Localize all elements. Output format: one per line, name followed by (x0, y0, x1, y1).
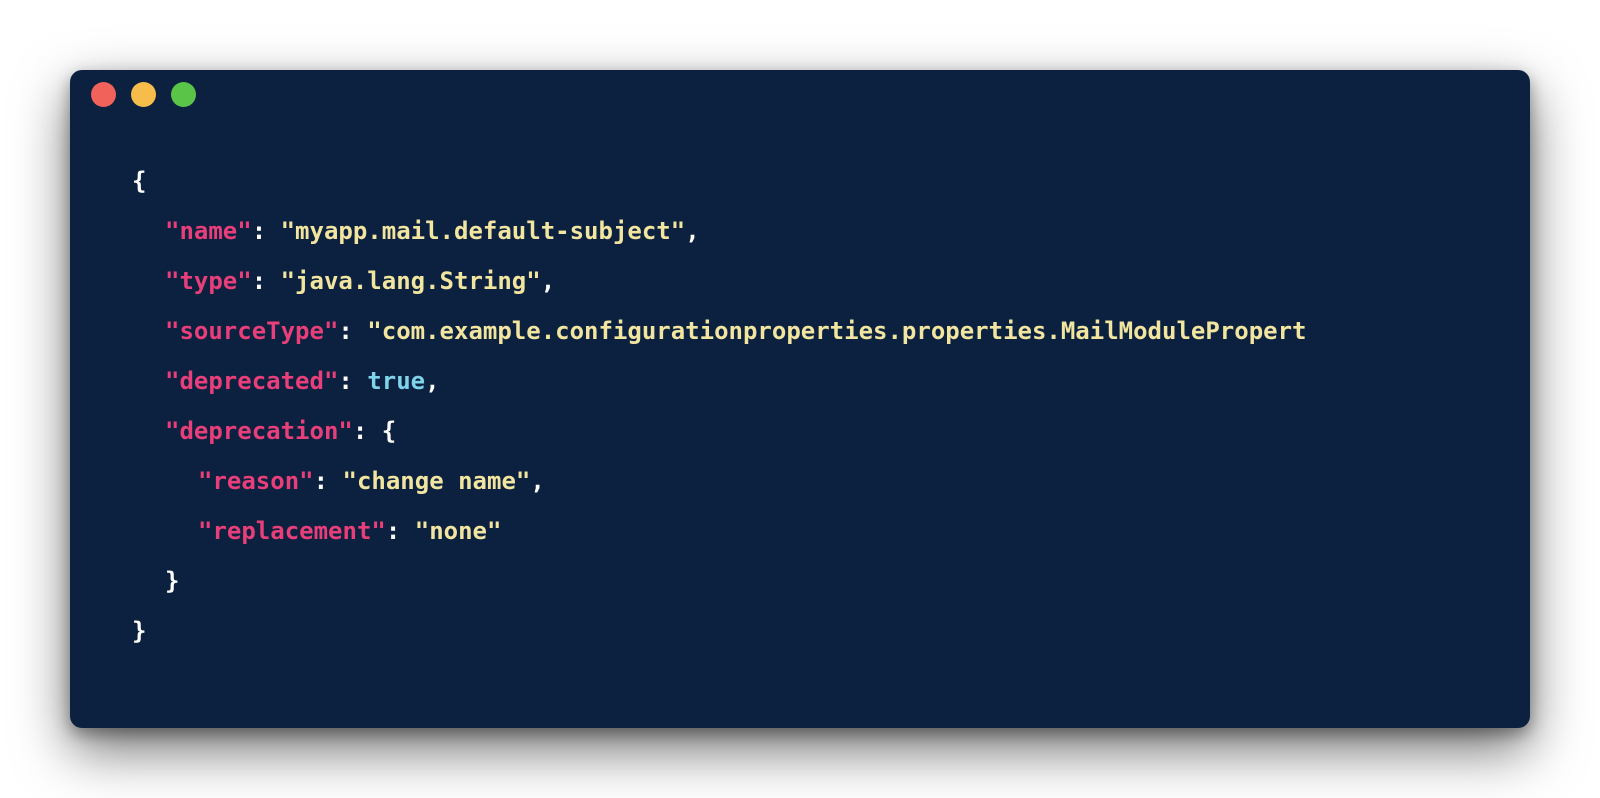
code-string-value: "none" (414, 517, 502, 545)
code-punctuation: , (530, 467, 545, 495)
code-line: "reason": "change name", (132, 456, 1530, 506)
code-string-value: "com.example.configurationproperties.pro… (367, 317, 1307, 345)
code-literal-value: true (367, 367, 426, 395)
code-key: "replacement" (198, 517, 386, 545)
window-controls (91, 82, 196, 107)
maximize-button[interactable] (171, 82, 196, 107)
code-line: "replacement": "none" (132, 506, 1530, 556)
code-line: "deprecation": { (132, 406, 1530, 456)
code-line: "sourceType": "com.example.configuration… (132, 306, 1530, 356)
code-punctuation: : (251, 267, 281, 295)
code-key: "deprecated" (165, 367, 339, 395)
code-line: } (132, 556, 1530, 606)
code-punctuation: } (132, 617, 147, 645)
code-punctuation: { (132, 167, 147, 195)
code-key: "type" (165, 267, 252, 295)
code-punctuation: : { (352, 417, 397, 445)
code-line: "type": "java.lang.String", (132, 256, 1530, 306)
code-punctuation: : (313, 467, 343, 495)
code-punctuation: , (685, 217, 700, 245)
code-punctuation: : (338, 317, 368, 345)
minimize-button[interactable] (131, 82, 156, 107)
code-line: "deprecated": true, (132, 356, 1530, 406)
code-key: "deprecation" (165, 417, 353, 445)
code-line: "name": "myapp.mail.default-subject", (132, 206, 1530, 256)
code-string-value: "myapp.mail.default-subject" (280, 217, 686, 245)
code-line: { (132, 156, 1530, 206)
code-string-value: "change name" (342, 467, 531, 495)
code-punctuation: : (338, 367, 368, 395)
code-punctuation: , (425, 367, 440, 395)
code-punctuation: } (165, 567, 180, 595)
code-window: {"name": "myapp.mail.default-subject", "t… (70, 70, 1530, 728)
code-string-value: "java.lang.String" (280, 267, 541, 295)
code-block: {"name": "myapp.mail.default-subject", "t… (132, 156, 1530, 656)
code-line: } (132, 606, 1530, 656)
code-key: "sourceType" (165, 317, 339, 345)
code-key: "reason" (198, 467, 314, 495)
code-key: "name" (165, 217, 252, 245)
close-button[interactable] (91, 82, 116, 107)
code-punctuation: : (251, 217, 281, 245)
code-punctuation: : (385, 517, 415, 545)
code-punctuation: , (540, 267, 556, 295)
